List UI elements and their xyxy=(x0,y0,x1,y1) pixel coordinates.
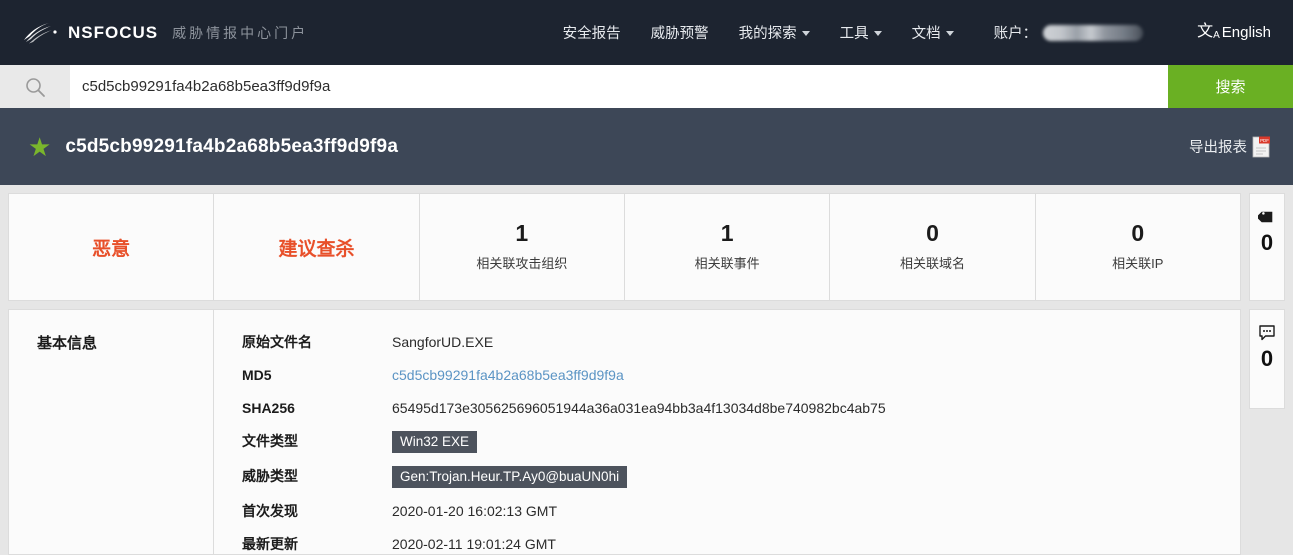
nav-item-3[interactable]: 工具 xyxy=(840,22,882,43)
nav-label-4: 文档 xyxy=(911,26,941,42)
metric-value-related-ips: 0 xyxy=(1131,220,1145,246)
content-main-column: 恶意 建议查杀 1 相关联攻击组织 1 相关联事件 0 相关联域名 0 相关联I… xyxy=(8,193,1241,555)
info-value-sha256: 65495d173e305625696051944a36a031ea94bb3a… xyxy=(392,400,886,416)
info-row-filetype: 文件类型 Win32 EXE xyxy=(242,431,1240,453)
chevron-down-icon xyxy=(945,31,954,36)
metric-value-related-events: 1 xyxy=(720,220,734,246)
info-label-filename: 原始文件名 xyxy=(242,334,312,350)
chevron-down-icon xyxy=(873,31,882,36)
info-value-first-seen: 2020-01-20 16:02:13 GMT xyxy=(392,503,557,519)
search-bar: 搜索 xyxy=(0,65,1293,108)
info-label-threattype: 威胁类型 xyxy=(242,468,298,484)
nav-item-1[interactable]: 威胁预警 xyxy=(651,22,709,43)
comment-panel-button[interactable]: 0 xyxy=(1249,309,1285,409)
info-label-filetype: 文件类型 xyxy=(242,433,298,449)
info-value-threattype-badge: Gen:Trojan.Heur.TP.Ay0@buaUN0hi xyxy=(392,466,628,488)
info-value-md5-link[interactable]: c5d5cb99291fa4b2a68b5ea3ff9d9f9a xyxy=(392,365,624,385)
info-row-md5: MD5 c5d5cb99291fa4b2a68b5ea3ff9d9f9a xyxy=(242,365,1240,385)
search-icon xyxy=(26,77,45,97)
info-label-last-updated: 最新更新 xyxy=(242,536,298,552)
metric-label-related-ips: 相关联IP xyxy=(1112,256,1164,271)
translate-icon: 文A xyxy=(1197,23,1220,41)
info-row-threattype: 威胁类型 Gen:Trojan.Heur.TP.Ay0@buaUN0hi xyxy=(242,466,1240,488)
info-value-last-updated: 2020-02-11 19:01:24 GMT xyxy=(392,536,556,552)
search-button[interactable]: 搜索 xyxy=(1168,65,1293,108)
tag-count: 0 xyxy=(1260,230,1274,255)
top-navigation-bar: NSFOCUS 威胁情报中心门户 安全报告 威胁预警 我的探索 工具 文档 账户… xyxy=(0,0,1293,65)
nav-label-2: 我的探索 xyxy=(738,26,797,42)
info-row-sha256: SHA256 65495d173e305625696051944a36a031e… xyxy=(242,398,1240,418)
metric-label-related-events: 相关联事件 xyxy=(694,256,760,271)
content-area: 恶意 建议查杀 1 相关联攻击组织 1 相关联事件 0 相关联域名 0 相关联I… xyxy=(0,185,1293,555)
nsfocus-wing-logo-icon xyxy=(24,22,57,43)
account-area[interactable]: 账户： xyxy=(994,22,1144,43)
info-row-filename: 原始文件名 SangforUD.EXE xyxy=(242,332,1240,352)
metric-value-related-groups: 1 xyxy=(515,220,529,246)
brand-name: NSFOCUS xyxy=(68,22,159,42)
summary-cell-verdict-1: 恶意 xyxy=(9,194,215,300)
info-row-first-seen: 首次发现 2020-01-20 16:02:13 GMT xyxy=(242,501,1240,521)
basic-info-title: 基本信息 xyxy=(37,335,98,352)
tag-panel-button[interactable]: 0 xyxy=(1249,193,1285,301)
info-value-filename: SangforUD.EXE xyxy=(392,334,494,350)
basic-info-section-header: 基本信息 xyxy=(9,310,214,554)
page-title-band: ★ c5d5cb99291fa4b2a68b5ea3ff9d9f9a 导出报表 … xyxy=(0,108,1293,185)
metric-label-related-domains: 相关联域名 xyxy=(899,256,965,271)
summary-cell-verdict-2: 建议查杀 xyxy=(214,194,420,300)
account-name-redacted xyxy=(1043,24,1144,41)
pdf-icon: PDF xyxy=(1252,136,1270,157)
nav-item-4[interactable]: 文档 xyxy=(912,22,954,43)
search-input[interactable] xyxy=(70,65,1168,108)
search-icon-container[interactable] xyxy=(0,65,70,108)
summary-cell-related-groups[interactable]: 1 相关联攻击组织 xyxy=(420,194,625,300)
export-report-label: 导出报表 xyxy=(1189,140,1247,156)
language-switcher[interactable]: 文A English xyxy=(1197,23,1271,42)
account-label: 账户： xyxy=(993,26,1038,42)
brand-subtitle: 威胁情报中心门户 xyxy=(172,24,309,41)
metric-value-related-domains: 0 xyxy=(926,220,939,246)
summary-cell-related-ips[interactable]: 0 相关联IP xyxy=(1036,194,1240,300)
brand-logo[interactable]: NSFOCUS xyxy=(22,21,158,45)
nav-label-0: 安全报告 xyxy=(562,26,621,42)
page-title: c5d5cb99291fa4b2a68b5ea3ff9d9f9a xyxy=(65,135,399,157)
nav-label-3: 工具 xyxy=(839,26,869,42)
summary-cell-related-events[interactable]: 1 相关联事件 xyxy=(625,194,831,300)
main-nav: 安全报告 威胁预警 我的探索 工具 文档 账户： 文A English xyxy=(563,22,1271,43)
comment-count: 0 xyxy=(1260,346,1274,371)
star-icon[interactable]: ★ xyxy=(28,134,51,160)
right-rail: 0 0 xyxy=(1249,193,1285,555)
svg-text:PDF: PDF xyxy=(1260,137,1269,142)
info-row-last-updated: 最新更新 2020-02-11 19:01:24 GMT xyxy=(242,534,1240,554)
info-label-md5: MD5 xyxy=(242,367,272,383)
basic-info-card: 基本信息 原始文件名 SangforUD.EXE MD5 c5d5cb99291… xyxy=(8,309,1241,555)
info-label-first-seen: 首次发现 xyxy=(242,503,298,519)
metric-label-related-groups: 相关联攻击组织 xyxy=(476,256,568,271)
info-label-sha256: SHA256 xyxy=(242,400,295,416)
info-value-filetype-badge: Win32 EXE xyxy=(392,431,478,453)
nav-item-2[interactable]: 我的探索 xyxy=(739,22,810,43)
chevron-down-icon xyxy=(801,31,810,36)
verdict-label-action: 建议查杀 xyxy=(278,238,355,260)
language-label: English xyxy=(1221,24,1271,41)
nav-label-1: 威胁预警 xyxy=(650,26,709,42)
basic-info-fields: 原始文件名 SangforUD.EXE MD5 c5d5cb99291fa4b2… xyxy=(214,310,1240,554)
export-report-button[interactable]: 导出报表 PDF xyxy=(1189,136,1271,158)
comment-icon xyxy=(1259,325,1275,341)
summary-cell-related-domains[interactable]: 0 相关联域名 xyxy=(830,194,1036,300)
nav-item-0[interactable]: 安全报告 xyxy=(563,22,621,43)
verdict-label-malicious: 恶意 xyxy=(92,238,131,260)
tag-icon xyxy=(1258,211,1273,223)
summary-row: 恶意 建议查杀 1 相关联攻击组织 1 相关联事件 0 相关联域名 0 相关联I… xyxy=(8,193,1241,301)
